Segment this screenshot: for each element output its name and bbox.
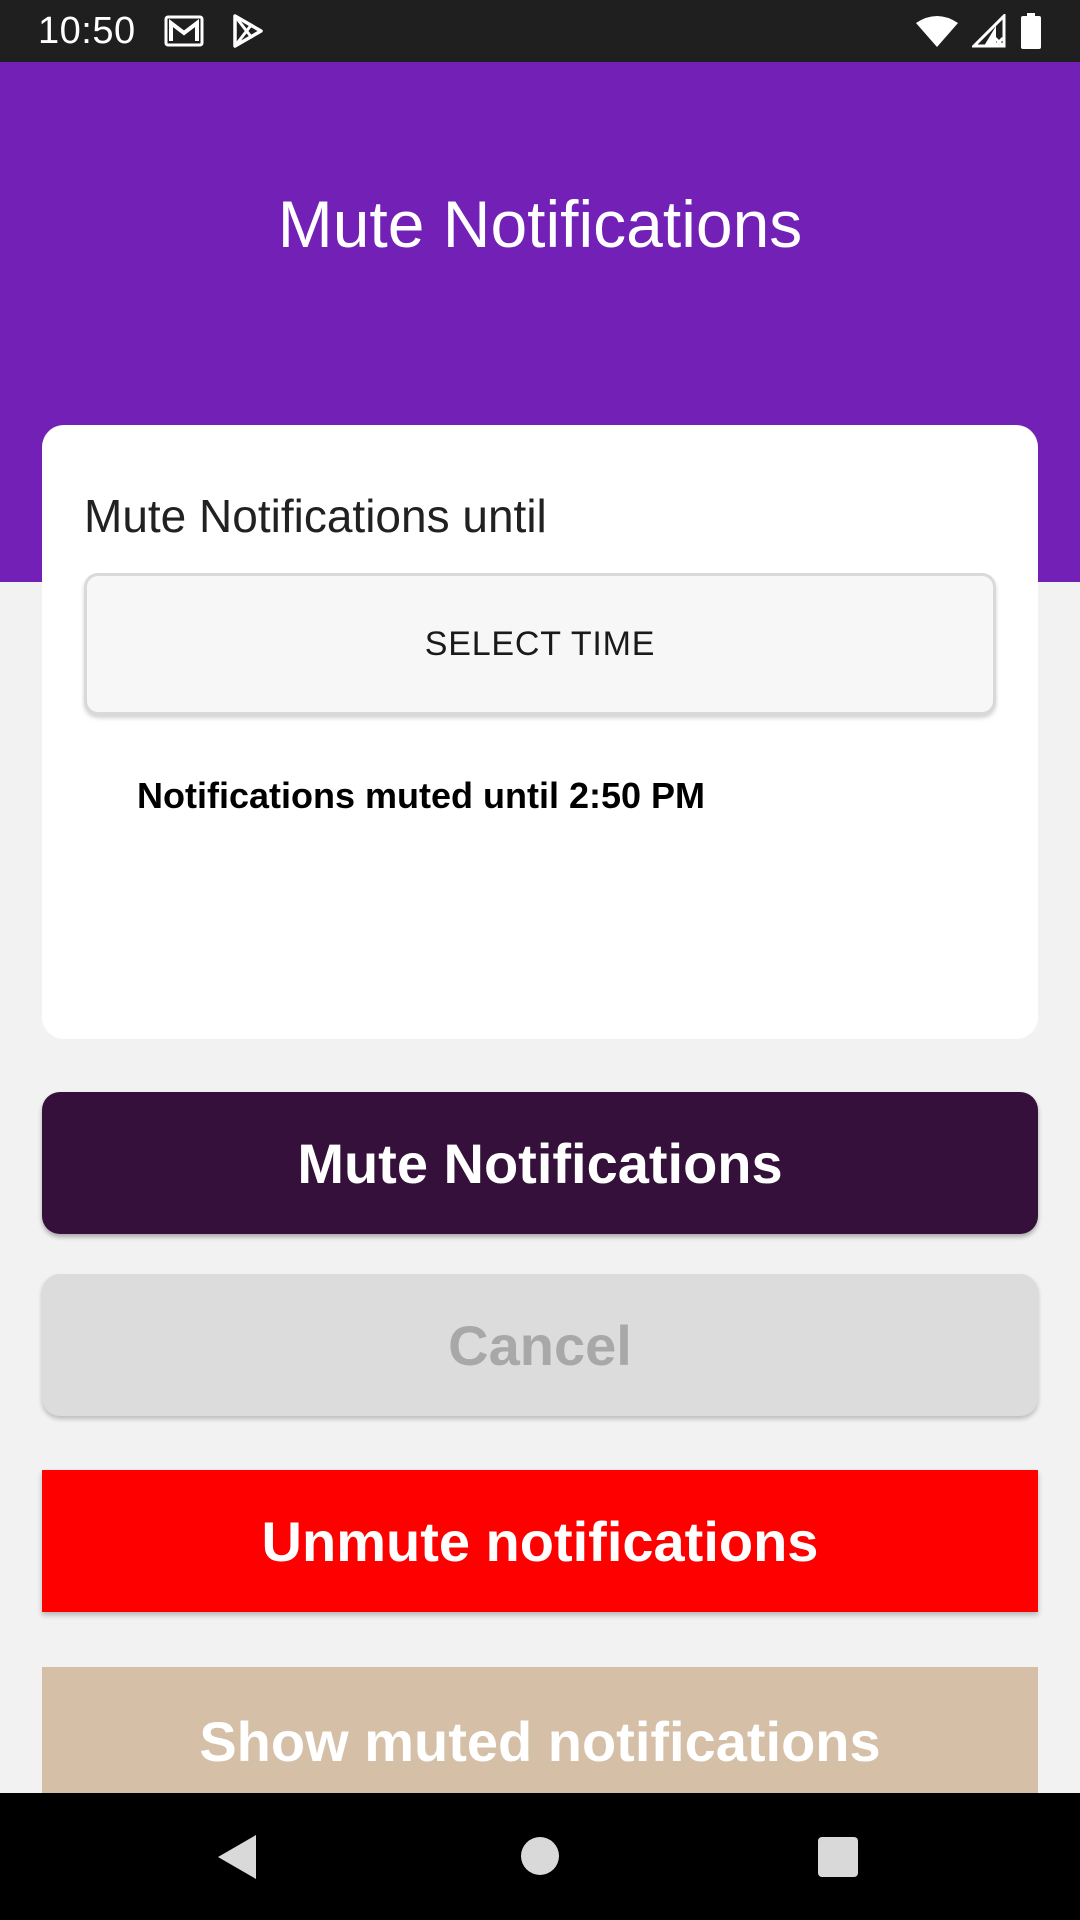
navigation-bar — [0, 1793, 1080, 1920]
gmail-icon — [164, 15, 204, 47]
mute-notifications-button[interactable]: Mute Notifications — [42, 1092, 1038, 1234]
status-notification-icons — [164, 14, 264, 48]
recents-icon[interactable] — [817, 1836, 859, 1878]
select-time-button[interactable]: SELECT TIME — [84, 573, 996, 715]
play-store-icon — [232, 14, 263, 48]
page-title: Mute Notifications — [277, 187, 803, 261]
status-time: 10:50 — [38, 9, 136, 52]
show-muted-notifications-button[interactable]: Show muted notifications — [42, 1667, 1038, 1793]
unmute-notifications-button[interactable]: Unmute notifications — [42, 1470, 1038, 1612]
cell-signal-icon — [972, 14, 1006, 48]
muted-until-status-text: Notifications muted until 2:50 PM — [137, 775, 706, 816]
mute-settings-card: Mute Notifications until SELECT TIME Not… — [42, 425, 1038, 1039]
mute-until-label: Mute Notifications until — [84, 490, 547, 542]
home-icon[interactable] — [520, 1836, 560, 1876]
status-bar: 10:50 — [0, 0, 1080, 62]
wifi-icon — [916, 16, 958, 47]
back-icon[interactable] — [216, 1833, 258, 1881]
status-system-icons — [916, 13, 1042, 49]
cancel-button[interactable]: Cancel — [42, 1274, 1038, 1416]
battery-icon — [1021, 13, 1041, 49]
